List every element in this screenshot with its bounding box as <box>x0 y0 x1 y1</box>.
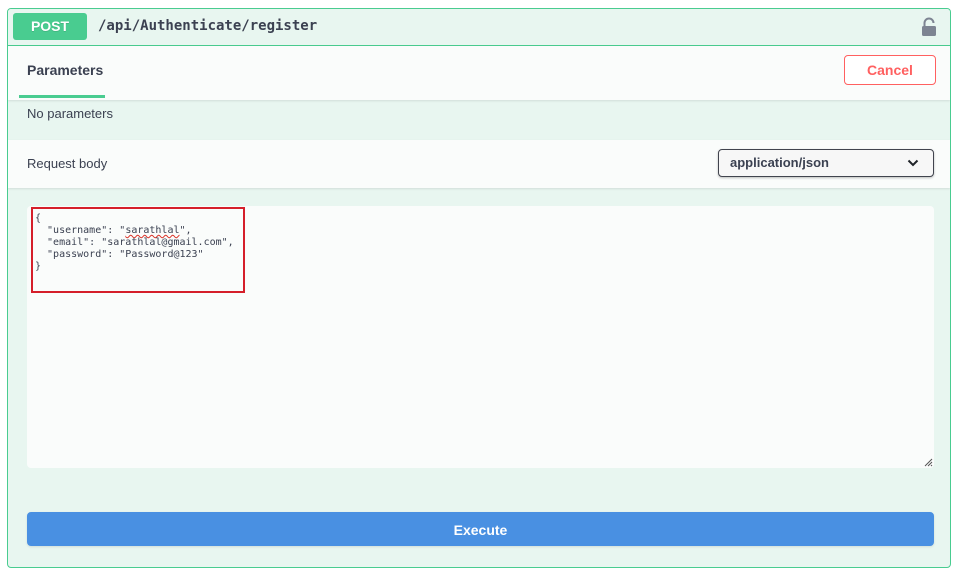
operation-block: POST /api/Authenticate/register Paramete… <box>7 8 951 568</box>
content-type-select[interactable]: application/json <box>718 149 934 177</box>
tab-header: Parameters Cancel <box>8 46 950 100</box>
execute-button[interactable]: Execute <box>27 512 934 546</box>
content-type-value: application/json <box>730 155 829 170</box>
request-body-title: Request body <box>27 156 108 171</box>
request-body-header: Request body application/json <box>8 140 950 188</box>
highlight-box <box>31 207 245 293</box>
no-parameters-text: No parameters <box>27 106 113 121</box>
cancel-button[interactable]: Cancel <box>844 55 936 85</box>
request-body-textarea[interactable]: { "username": "sarathlal", "email": "sar… <box>27 206 934 468</box>
lock-icon[interactable] <box>920 17 938 37</box>
resize-grip-icon[interactable] <box>923 457 933 467</box>
chevron-down-icon <box>907 159 919 167</box>
tab-parameters[interactable]: Parameters <box>19 46 105 98</box>
tab-parameters-label: Parameters <box>27 62 104 78</box>
endpoint-path: /api/Authenticate/register <box>98 18 318 34</box>
operation-summary[interactable]: POST /api/Authenticate/register <box>8 9 950 46</box>
method-badge: POST <box>13 13 87 40</box>
